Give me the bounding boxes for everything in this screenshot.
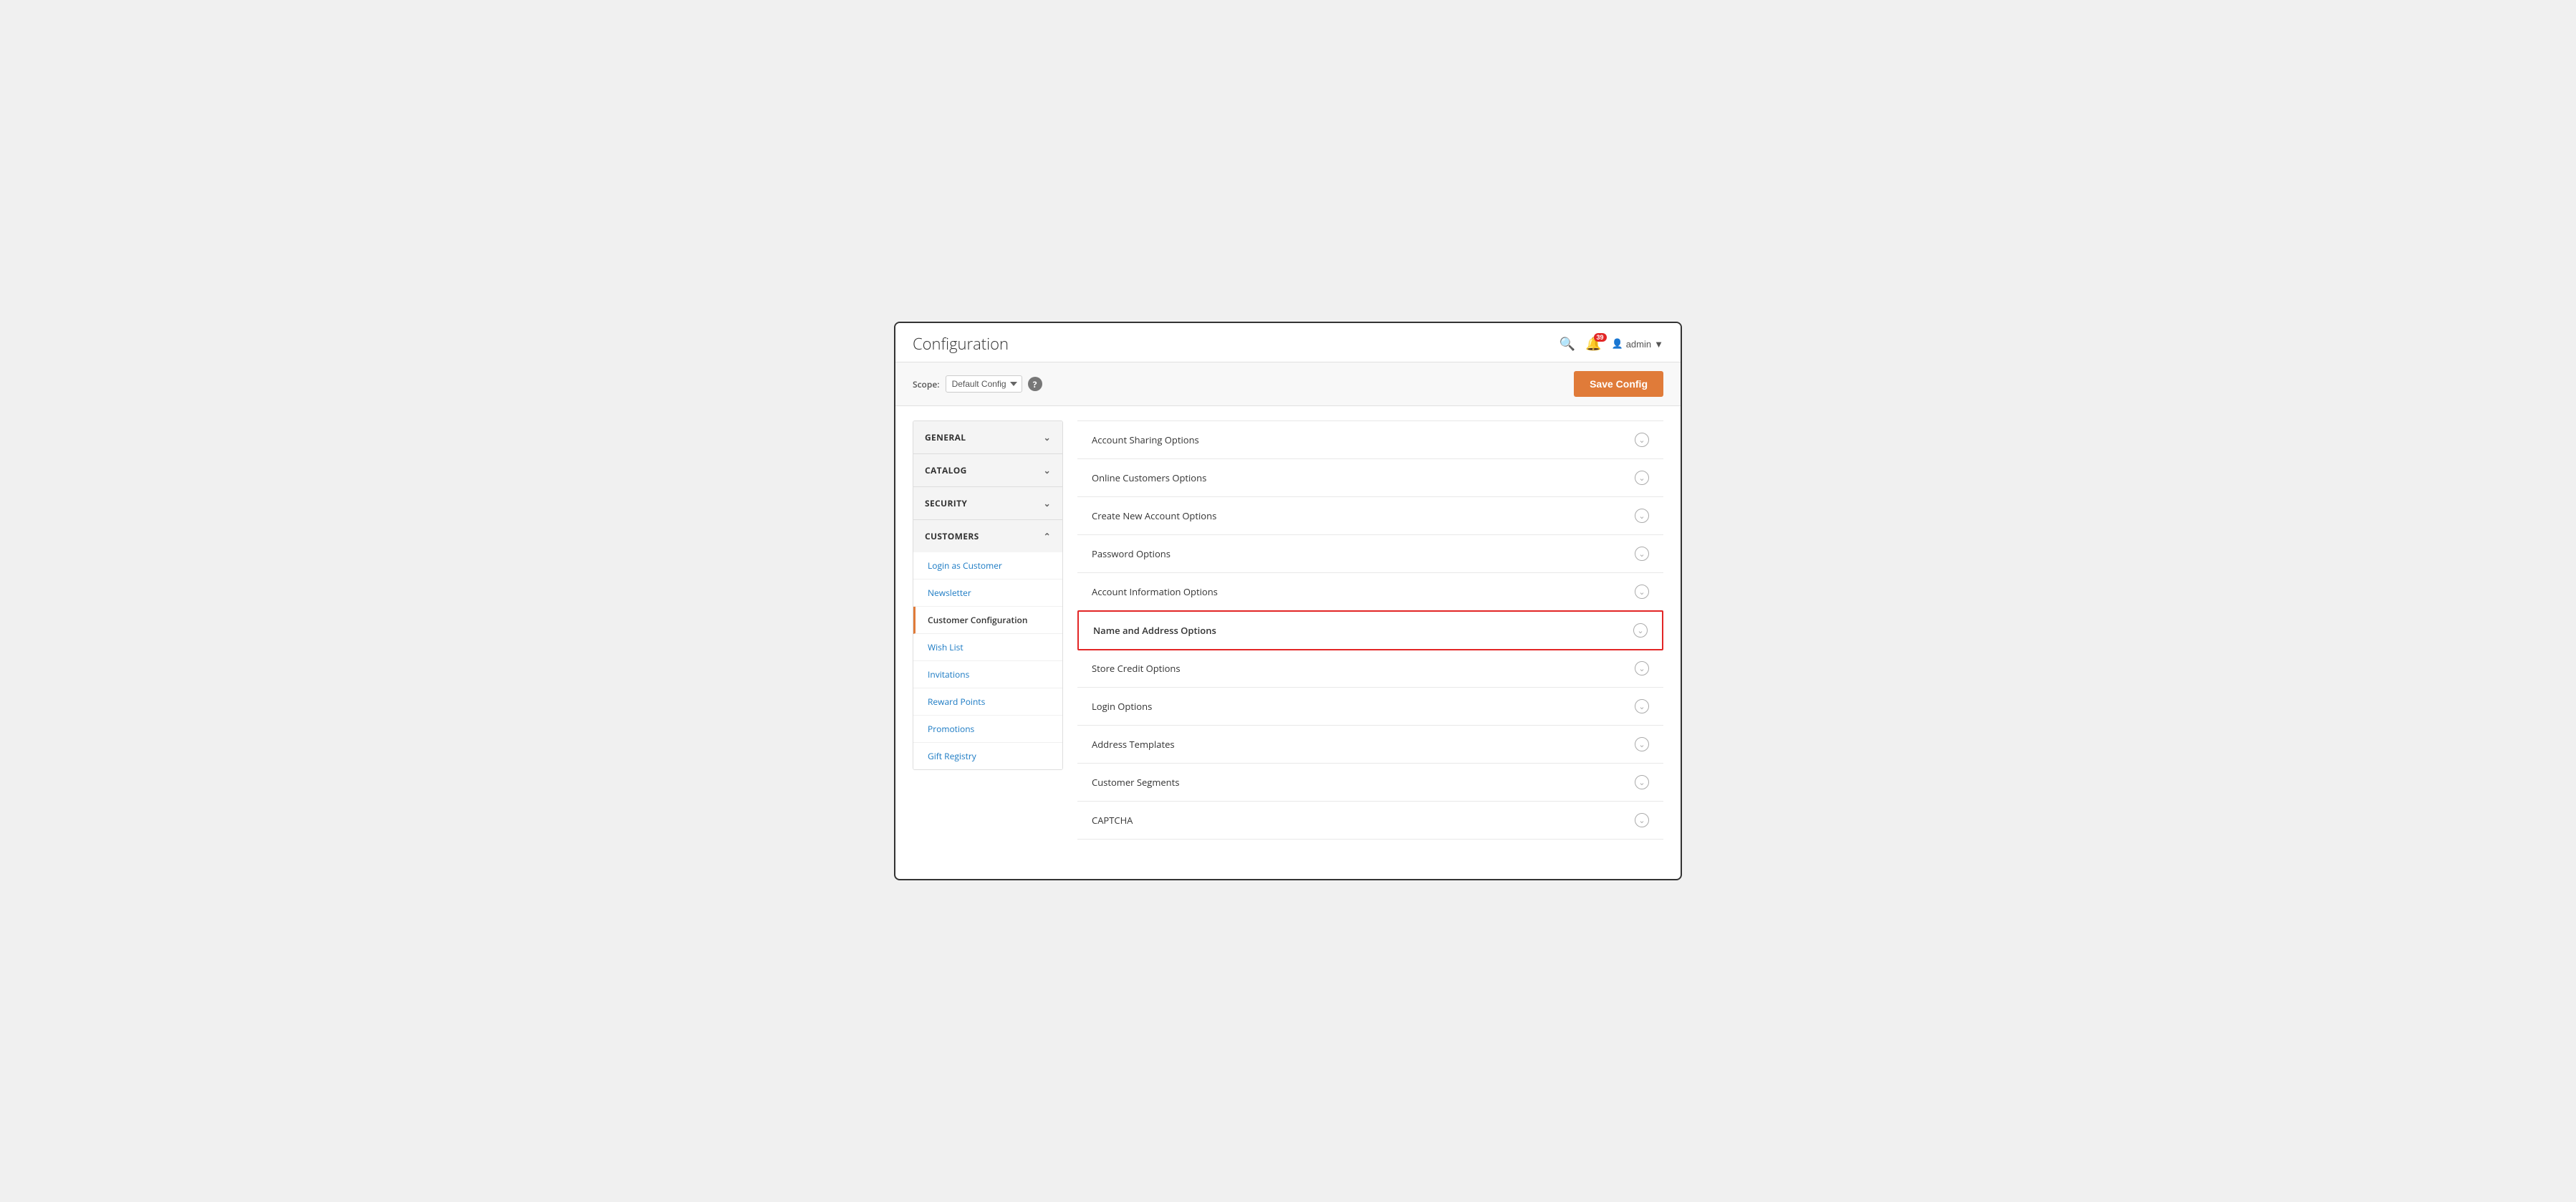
- sidebar-section-header-general[interactable]: GENERAL ⌄: [913, 421, 1062, 453]
- help-icon[interactable]: ?: [1028, 377, 1042, 391]
- config-row-address-templates[interactable]: Address Templates ⌄: [1077, 726, 1663, 764]
- chevron-down-icon: ⌄: [1044, 497, 1051, 509]
- config-row-label: Account Information Options: [1092, 585, 1218, 598]
- sidebar-item-invitations[interactable]: Invitations: [913, 661, 1062, 688]
- sidebar-section-general: GENERAL ⌄: [913, 421, 1062, 454]
- sidebar-section-label-general: GENERAL: [925, 431, 966, 443]
- user-menu-button[interactable]: 👤 admin ▼: [1612, 338, 1663, 350]
- config-row-account-information-options[interactable]: Account Information Options ⌄: [1077, 573, 1663, 611]
- config-row-password-options[interactable]: Password Options ⌄: [1077, 535, 1663, 573]
- config-row-label: CAPTCHA: [1092, 814, 1133, 827]
- user-icon: 👤: [1612, 338, 1623, 350]
- sidebar-section-header-catalog[interactable]: CATALOG ⌄: [913, 454, 1062, 486]
- sidebar-section-customers: CUSTOMERS ⌃ Login as Customer Newsletter…: [913, 520, 1062, 769]
- user-name: admin: [1626, 339, 1651, 350]
- config-row-label: Store Credit Options: [1092, 662, 1181, 675]
- sidebar-section-label-catalog: CATALOG: [925, 464, 967, 476]
- config-row-label: Account Sharing Options: [1092, 433, 1199, 446]
- config-row-store-credit-options[interactable]: Store Credit Options ⌄: [1077, 650, 1663, 688]
- user-chevron-icon: ▼: [1654, 339, 1663, 350]
- expand-icon: ⌄: [1635, 775, 1649, 789]
- config-row-login-options[interactable]: Login Options ⌄: [1077, 688, 1663, 726]
- sidebar-section-header-security[interactable]: SECURITY ⌄: [913, 487, 1062, 519]
- config-row-create-new-account-options[interactable]: Create New Account Options ⌄: [1077, 497, 1663, 535]
- chevron-down-icon: ⌄: [1044, 464, 1051, 476]
- header-actions: 🔍 🔔 39 👤 admin ▼: [1559, 337, 1663, 352]
- sidebar-section-header-customers[interactable]: CUSTOMERS ⌃: [913, 520, 1062, 552]
- scope-label: Scope:: [913, 378, 940, 390]
- config-row-label: Address Templates: [1092, 738, 1175, 751]
- sidebar-item-wish-list[interactable]: Wish List: [913, 634, 1062, 661]
- search-button[interactable]: 🔍: [1559, 337, 1575, 352]
- sidebar-item-promotions[interactable]: Promotions: [913, 716, 1062, 743]
- expand-icon: ⌄: [1635, 813, 1649, 827]
- sidebar-item-login-as-customer[interactable]: Login as Customer: [913, 552, 1062, 580]
- scope-left: Scope: Default Config ?: [913, 375, 1042, 393]
- sidebar-section-security: SECURITY ⌄: [913, 487, 1062, 520]
- expand-icon: ⌄: [1635, 509, 1649, 523]
- sidebar-section-label-security: SECURITY: [925, 497, 967, 509]
- sidebar-item-newsletter[interactable]: Newsletter: [913, 580, 1062, 607]
- sidebar-section-catalog: CATALOG ⌄: [913, 454, 1062, 487]
- scope-select[interactable]: Default Config: [946, 375, 1022, 393]
- chevron-down-icon: ⌄: [1044, 431, 1051, 443]
- sidebar-item-gift-registry[interactable]: Gift Registry: [913, 743, 1062, 769]
- config-row-label: Customer Segments: [1092, 776, 1179, 789]
- config-row-label: Login Options: [1092, 700, 1152, 713]
- sidebar-section-label-customers: CUSTOMERS: [925, 530, 979, 542]
- notification-badge: 39: [1594, 333, 1607, 342]
- scope-bar: Scope: Default Config ? Save Config: [895, 362, 1681, 406]
- expand-icon: ⌄: [1635, 737, 1649, 751]
- expand-icon: ⌄: [1635, 471, 1649, 485]
- sidebar: GENERAL ⌄ CATALOG ⌄ SECURITY ⌄: [913, 420, 1063, 770]
- config-panel: Account Sharing Options ⌄ Online Custome…: [1077, 420, 1663, 865]
- config-row-label: Online Customers Options: [1092, 471, 1206, 484]
- config-row-captcha[interactable]: CAPTCHA ⌄: [1077, 802, 1663, 840]
- config-row-label: Name and Address Options: [1093, 624, 1216, 637]
- save-config-button[interactable]: Save Config: [1574, 371, 1663, 397]
- page-header: Configuration 🔍 🔔 39 👤 admin ▼: [895, 323, 1681, 362]
- chevron-up-icon: ⌃: [1044, 530, 1051, 542]
- config-row-account-sharing-options[interactable]: Account Sharing Options ⌄: [1077, 420, 1663, 459]
- main-window: Configuration 🔍 🔔 39 👤 admin ▼ Scope: De…: [894, 322, 1682, 880]
- sidebar-item-customer-configuration[interactable]: Customer Configuration: [913, 607, 1062, 634]
- expand-icon: ⌄: [1635, 547, 1649, 561]
- search-icon: 🔍: [1559, 337, 1575, 351]
- config-row-customer-segments[interactable]: Customer Segments ⌄: [1077, 764, 1663, 802]
- page-title: Configuration: [913, 333, 1009, 355]
- expand-icon: ⌄: [1635, 585, 1649, 599]
- sidebar-items-customers: Login as Customer Newsletter Customer Co…: [913, 552, 1062, 769]
- expand-icon: ⌄: [1635, 433, 1649, 447]
- config-row-online-customers-options[interactable]: Online Customers Options ⌄: [1077, 459, 1663, 497]
- config-row-label: Password Options: [1092, 547, 1171, 560]
- main-content: GENERAL ⌄ CATALOG ⌄ SECURITY ⌄: [895, 406, 1681, 879]
- expand-icon: ⌄: [1635, 699, 1649, 713]
- expand-icon: ⌄: [1635, 661, 1649, 675]
- expand-icon: ⌄: [1633, 623, 1648, 638]
- config-row-label: Create New Account Options: [1092, 509, 1216, 522]
- notifications-button[interactable]: 🔔 39: [1585, 337, 1601, 352]
- sidebar-item-reward-points[interactable]: Reward Points: [913, 688, 1062, 716]
- config-row-name-and-address-options[interactable]: Name and Address Options ⌄: [1077, 610, 1663, 650]
